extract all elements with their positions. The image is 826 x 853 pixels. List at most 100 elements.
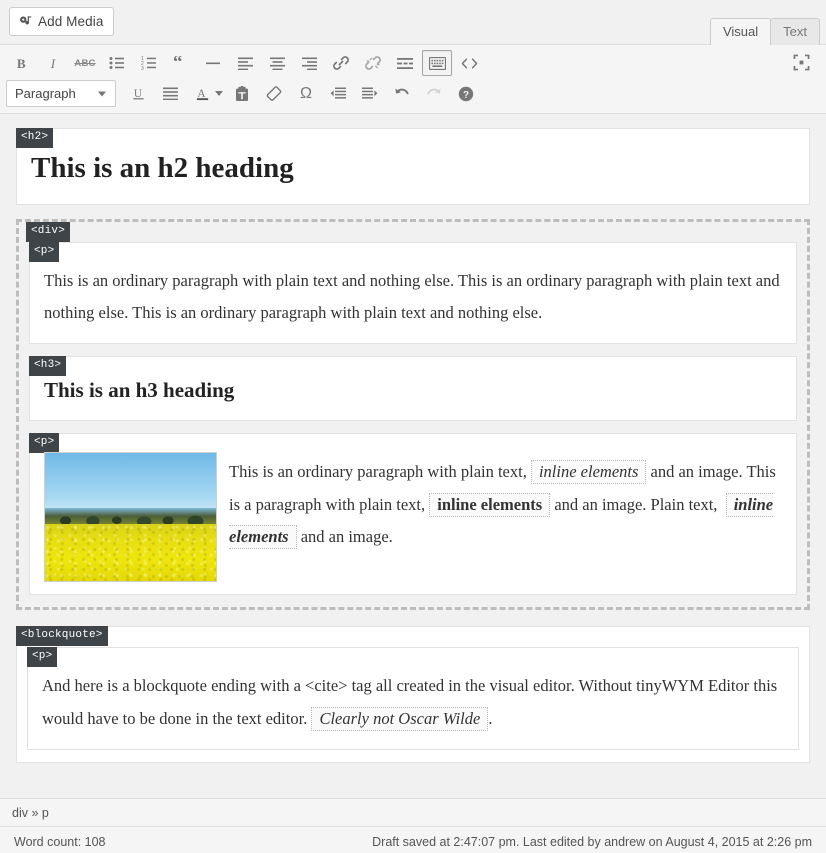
svg-text:I: I	[49, 56, 55, 71]
remove-link-button[interactable]	[358, 50, 388, 76]
underline-button[interactable]: U	[123, 81, 153, 107]
tag-label-p2: <p>	[29, 433, 60, 454]
read-more-button[interactable]	[390, 50, 420, 76]
editor-canvas[interactable]: <h2> This is an h2 heading <div> <p> Thi…	[0, 114, 826, 798]
inline-element-italic[interactable]: inline elements	[530, 460, 647, 485]
indent-icon	[362, 87, 378, 99]
fullscreen-icon	[793, 54, 809, 70]
source-code-button[interactable]	[454, 50, 484, 76]
text-color-chevron-icon[interactable]	[215, 91, 223, 96]
clear-formatting-button[interactable]	[259, 81, 289, 107]
bold-button[interactable]: B	[6, 50, 36, 76]
p2-line2-after: and an image. Plain text,	[550, 494, 722, 514]
align-right-icon	[301, 57, 317, 70]
blockquote-text[interactable]: And here is a blockquote ending with a <…	[42, 670, 784, 734]
canola-field-image[interactable]	[44, 452, 217, 583]
redo-button[interactable]	[419, 81, 449, 107]
link-icon	[333, 56, 349, 70]
inline-element-cite[interactable]: Clearly not Oscar Wilde	[311, 706, 489, 731]
justify-icon	[162, 87, 178, 100]
justify-button[interactable]	[155, 81, 185, 107]
svg-text:B: B	[16, 56, 25, 71]
numbered-list-button[interactable]: 1 2 3	[134, 50, 164, 76]
text-color-button[interactable]: A	[187, 81, 217, 107]
status-bar: Word count: 108 Draft saved at 2:47:07 p…	[0, 826, 826, 853]
quote-icon: “	[173, 56, 183, 70]
horizontal-rule-button[interactable]	[198, 50, 228, 76]
redo-icon	[427, 88, 441, 95]
align-right-button[interactable]	[294, 50, 324, 76]
heading-h3[interactable]: This is an h3 heading	[44, 378, 782, 403]
toolbar-row-1: B I ABC 1 2 3 “	[0, 45, 826, 79]
svg-text:“: “	[173, 56, 183, 70]
tag-label-p1: <p>	[29, 241, 60, 262]
toolbar-toggle-button[interactable]	[422, 50, 452, 76]
block-h3[interactable]: <h3> This is an h3 heading	[29, 356, 797, 422]
add-media-button[interactable]: Add Media	[9, 7, 115, 36]
element-path[interactable]: div » p	[12, 806, 49, 820]
paragraph-1-text[interactable]: This is an ordinary paragraph with plain…	[44, 265, 782, 329]
format-select[interactable]: Paragraph	[6, 80, 116, 107]
block-paragraph-1[interactable]: <p> This is an ordinary paragraph with p…	[29, 241, 797, 345]
svg-text:U: U	[133, 88, 141, 100]
block-div[interactable]: <div> <p> This is an ordinary paragraph …	[16, 218, 810, 611]
format-select-value: Paragraph	[15, 86, 76, 101]
image-sky	[45, 453, 216, 514]
tag-label-div: <div>	[26, 221, 71, 242]
editor-mode-tabs: Visual Text	[709, 18, 820, 45]
align-center-button[interactable]	[262, 50, 292, 76]
align-center-icon	[269, 57, 285, 70]
keyboard-icon	[428, 56, 446, 70]
paragraph-2-body[interactable]: This is an ordinary paragraph with plain…	[229, 456, 782, 553]
svg-text:A: A	[197, 88, 206, 100]
indent-button[interactable]	[355, 81, 385, 107]
undo-icon	[395, 88, 409, 95]
unlink-icon	[365, 56, 381, 70]
block-paragraph-2[interactable]: <p> This is an ordinary paragraph with p…	[29, 433, 797, 596]
paste-as-text-button[interactable]	[227, 81, 257, 107]
paragraph-2-text[interactable]: This is an ordinary paragraph with plain…	[229, 452, 782, 555]
fullscreen-button[interactable]	[786, 49, 816, 75]
outdent-button[interactable]	[323, 81, 353, 107]
tag-label-blockquote: <blockquote>	[16, 626, 108, 647]
wordpress-editor: Add Media Visual Text B I ABC 1 2 3 “ Pa…	[0, 0, 826, 853]
svg-text:?: ?	[463, 90, 469, 101]
special-character-button[interactable]: Ω	[291, 81, 321, 107]
horizontal-rule-icon	[206, 62, 220, 65]
italic-button[interactable]: I	[38, 50, 68, 76]
bullet-list-button[interactable]	[102, 50, 132, 76]
read-more-icon	[397, 57, 413, 69]
strikethrough-button[interactable]: ABC	[70, 50, 100, 76]
chevron-down-icon	[98, 91, 106, 96]
bullet-list-icon	[109, 57, 124, 69]
element-path-bar[interactable]: div » p	[0, 798, 826, 826]
heading-h2[interactable]: This is an h2 heading	[31, 151, 795, 186]
align-left-button[interactable]	[230, 50, 260, 76]
block-blockquote-paragraph[interactable]: <p> And here is a blockquote ending with…	[27, 647, 799, 750]
inline-element-bold[interactable]: inline elements	[429, 492, 551, 517]
bq-text-after: .	[488, 708, 493, 728]
outdent-icon	[330, 87, 346, 99]
p2-line1-after: and an image.	[646, 462, 743, 482]
editor-toolbars: B I ABC 1 2 3 “ Paragraph U A Ω ?	[0, 45, 826, 114]
block-h2[interactable]: <h2> This is an h2 heading	[16, 128, 810, 205]
blockquote-button[interactable]: “	[166, 50, 196, 76]
clipboard-icon	[236, 85, 248, 101]
save-info: Draft saved at 2:47:07 pm. Last edited b…	[372, 834, 812, 849]
tab-visual[interactable]: Visual	[709, 18, 772, 45]
underline-icon: U	[132, 88, 144, 100]
tab-text[interactable]: Text	[770, 18, 820, 45]
eraser-icon	[266, 85, 282, 101]
undo-button[interactable]	[387, 81, 417, 107]
keyboard-shortcuts-button[interactable]: ?	[451, 81, 481, 107]
omega-icon: Ω	[300, 84, 312, 102]
p2-line1-before: This is an ordinary paragraph with plain…	[229, 462, 531, 482]
strikethrough-icon: ABC	[74, 57, 96, 69]
block-blockquote[interactable]: <blockquote> <p> And here is a blockquot…	[16, 626, 810, 763]
insert-link-button[interactable]	[326, 50, 356, 76]
tag-label-h2: <h2>	[16, 128, 54, 148]
tag-label-h3: <h3>	[29, 356, 67, 377]
svg-text:3: 3	[141, 66, 144, 70]
help-icon: ?	[458, 86, 474, 101]
numbered-list-icon: 1 2 3	[141, 56, 156, 70]
